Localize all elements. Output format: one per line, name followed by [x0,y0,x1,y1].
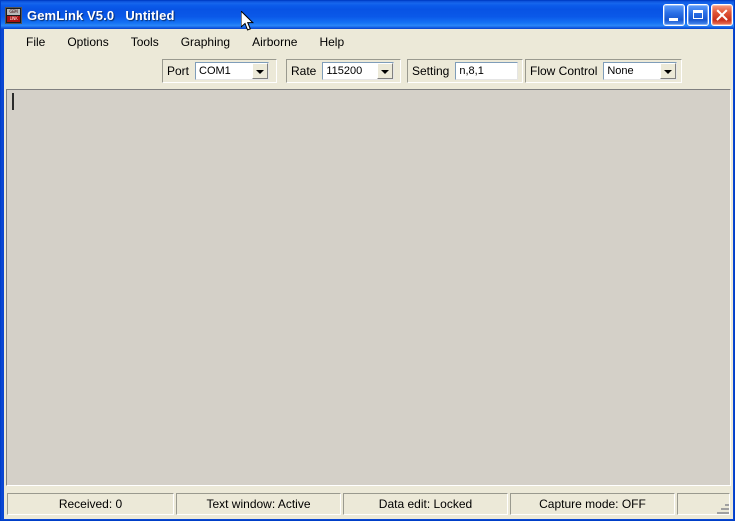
menu-item-help[interactable]: Help [308,32,355,52]
flow-control-value: None [607,65,634,77]
chevron-down-icon[interactable] [660,63,676,79]
port-value: COM1 [199,65,231,77]
port-select[interactable]: COM1 [195,62,270,80]
menu-item-tools[interactable]: Tools [120,32,170,52]
flow-control-group: Flow Control None [525,59,682,83]
icon-text-bottom: LINK [7,15,20,22]
setting-input[interactable]: n,8,1 [455,62,518,80]
menu-item-file[interactable]: File [15,32,56,52]
terminal-text-window[interactable] [6,89,731,486]
menu-item-options[interactable]: Options [56,32,119,52]
setting-value: n,8,1 [459,65,484,77]
resize-grip[interactable] [715,501,731,517]
setting-group: Setting n,8,1 [407,59,523,83]
flow-control-label: Flow Control [530,64,598,78]
rate-label: Rate [291,64,317,78]
status-received: Received: 0 [7,493,174,515]
status-bar: Received: 0 Text window: Active Data edi… [4,490,733,518]
maximize-icon [693,10,703,19]
minimize-icon [669,18,678,21]
window-title: GemLink V5.0 Untitled [27,7,175,23]
minimize-button[interactable] [663,4,685,26]
menu-item-airborne[interactable]: Airborne [241,32,308,52]
icon-text-top: GEM [7,8,20,15]
chevron-down-icon[interactable] [252,63,269,79]
menu-bar: File Options Tools Graphing Airborne Hel… [4,29,733,55]
title-bar[interactable]: GEM LINK GemLink V5.0 Untitled [1,1,734,29]
gemlink-icon: GEM LINK [5,6,22,24]
rate-value: 115200 [326,65,363,77]
window-controls [663,4,733,26]
client-area: File Options Tools Graphing Airborne Hel… [4,29,733,519]
status-text-window: Text window: Active [176,493,341,515]
status-capture-mode: Capture mode: OFF [510,493,675,515]
port-group: Port COM1 [162,59,277,83]
rate-group: Rate 115200 [286,59,401,83]
status-data-edit: Data edit: Locked [343,493,508,515]
application-window: GEM LINK GemLink V5.0 Untitled File Opti… [0,0,735,521]
menu-item-graphing[interactable]: Graphing [170,32,241,52]
rate-select[interactable]: 115200 [322,62,395,80]
setting-label: Setting [412,64,450,78]
toolbar: Port COM1 Rate 115200 Setting n,8,1 Flow… [4,55,733,87]
text-caret [12,93,14,110]
maximize-button[interactable] [687,4,709,26]
port-label: Port [167,64,190,78]
close-button[interactable] [711,4,733,26]
chevron-down-icon[interactable] [377,63,394,79]
flow-control-select[interactable]: None [603,62,677,80]
